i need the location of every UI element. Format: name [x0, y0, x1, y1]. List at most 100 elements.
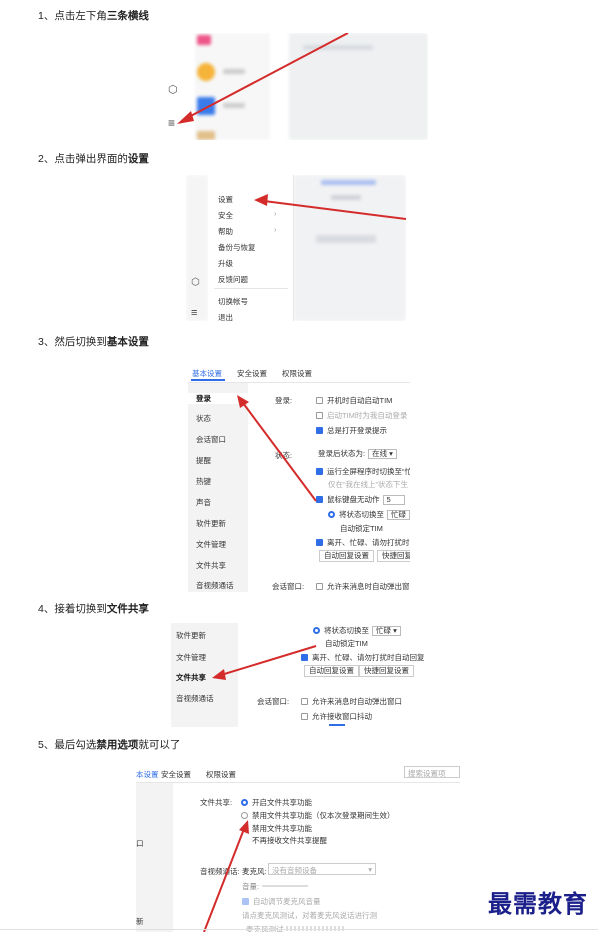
busy-select[interactable]: 忙碌 ▾: [372, 626, 401, 636]
file-share-label: 文件共享:: [200, 798, 233, 807]
tab-security-settings[interactable]: 安全设置: [237, 368, 267, 379]
login-option-autologin[interactable]: 启动TIM时为我自动登录: [316, 410, 407, 421]
login-option-prompt[interactable]: 总是打开登录提示: [316, 425, 387, 436]
auto-lock-option[interactable]: 自动锁定TIM: [325, 638, 368, 649]
step-2-caption: 2、点击弹出界面的设置: [38, 153, 149, 165]
checkbox[interactable]: [316, 397, 323, 404]
checkbox-checked[interactable]: [316, 468, 323, 475]
av-call-label: 音视频通话:: [200, 867, 240, 876]
menu-item-settings[interactable]: 设置: [218, 194, 233, 205]
sidebar-item-session[interactable]: 口: [136, 838, 144, 849]
tab-basic-settings[interactable]: 本设置: [136, 769, 159, 780]
checkbox-checked[interactable]: [316, 427, 323, 434]
login-label: 登录:: [275, 396, 293, 405]
sidebar-item-file-share[interactable]: 文件共享: [176, 672, 206, 683]
tab-security-settings[interactable]: 安全设置: [161, 769, 191, 780]
status-after-login: 登录后状态为: 在线 ▾: [318, 448, 397, 459]
idle-minutes-stepper[interactable]: 5: [382, 495, 405, 505]
menu-item-help[interactable]: 帮助: [218, 226, 233, 237]
away-reply-option[interactable]: 离开、忙碌、请勿打扰时自动回复(10: [301, 652, 425, 663]
login-option-autostart[interactable]: 开机时自动启动TIM: [316, 395, 392, 406]
mic-test-label: 麦克风测试: [246, 924, 284, 932]
chevron-right-icon: ›: [274, 225, 277, 234]
sidebar-item-status[interactable]: 状态: [196, 413, 211, 424]
checkbox-checked[interactable]: [316, 539, 323, 546]
switch-status-option[interactable]: 将状态切换至 忙碌: [328, 509, 410, 520]
hamburger-menu-icon[interactable]: ≡: [191, 307, 197, 319]
search-input[interactable]: 搜索设置项: [404, 766, 460, 778]
mic-select[interactable]: 没有音频设备 ▾: [268, 863, 376, 875]
sidebar-item-sound[interactable]: 声音: [196, 497, 211, 508]
checkbox-checked[interactable]: [316, 496, 323, 503]
sidebar-item-update[interactable]: 软件更新: [196, 518, 226, 529]
away-reply-option[interactable]: 离开、忙碌、请勿打扰时自: [316, 537, 410, 548]
tab-permission-settings[interactable]: 权限设置: [282, 368, 312, 379]
session-option[interactable]: 允许来消息时自动弹出窗口: [316, 581, 410, 592]
menu-item-upgrade[interactable]: 升级: [218, 258, 233, 269]
tab-permission-settings[interactable]: 权限设置: [206, 769, 236, 780]
auto-reply-button[interactable]: 自动回复设置: [319, 550, 374, 562]
hamburger-menu-icon[interactable]: ≡: [168, 116, 175, 130]
volume-slider[interactable]: [262, 885, 308, 887]
step-3-caption: 3、然后切换到基本设置: [38, 336, 149, 348]
checkbox-checked[interactable]: [301, 654, 308, 661]
checkbox[interactable]: [301, 698, 308, 705]
sidebar-item-file-management[interactable]: 文件管理: [176, 652, 206, 663]
volume-label: 音量:: [242, 882, 260, 891]
checkbox[interactable]: [316, 583, 323, 590]
busy-select[interactable]: 忙碌: [387, 510, 410, 520]
session-option-shake[interactable]: 允许接收窗口抖动: [301, 711, 372, 722]
radio-checked[interactable]: [241, 799, 248, 806]
fullscreen-option[interactable]: 运行全屏程序时切换至“忙: [316, 466, 410, 477]
fullscreen-sub: 仅在“我在线上”状态下生: [328, 480, 408, 489]
sidebar-item-av-call[interactable]: 音视频通话: [196, 580, 234, 591]
checkbox[interactable]: [301, 713, 308, 720]
screenshot-4: 软件更新 文件管理 文件共享 音视频通话 将状态切换至 忙碌 ▾ 自动锁定TIM …: [171, 623, 425, 727]
menu-item-exit[interactable]: 退出: [218, 312, 233, 321]
session-label: 会话窗口:: [272, 582, 305, 591]
auto-gain-option[interactable]: 自动调节麦克风音量: [242, 896, 321, 907]
auto-lock-option[interactable]: 自动锁定TIM: [340, 523, 383, 534]
mic-label: 麦克风:: [242, 867, 267, 876]
step-1-caption: 1、点击左下角三条横线: [38, 10, 149, 22]
radio-checked[interactable]: [313, 627, 320, 634]
menu-item-backup[interactable]: 备份与恢复: [218, 242, 256, 253]
tab-basic-settings[interactable]: 基本设置: [192, 368, 222, 379]
box-icon[interactable]: ⬡: [191, 277, 200, 288]
quick-reply-button[interactable]: 快捷回复设置: [359, 665, 414, 677]
sidebar-item-session[interactable]: 会话窗口: [196, 434, 226, 445]
status-label: 状态:: [275, 451, 293, 460]
radio[interactable]: [241, 812, 248, 819]
status-select[interactable]: 在线 ▾: [368, 449, 397, 459]
file-share-option-enable[interactable]: 开启文件共享功能: [241, 797, 312, 808]
watermark-logo: 最需教育: [488, 889, 588, 918]
menu-item-feedback[interactable]: 反馈问题: [218, 274, 248, 285]
session-label: 会话窗口:: [257, 697, 290, 706]
menu-item-switch-account[interactable]: 切换帐号: [218, 296, 248, 307]
file-share-option-no-remind[interactable]: 不再接收文件共享提醒: [252, 835, 327, 846]
file-share-option-disable-session[interactable]: 禁用文件共享功能（仅本次登录期间生效）: [241, 810, 395, 821]
sidebar-item-reminder[interactable]: 提醒: [196, 455, 211, 466]
file-share-option-disable[interactable]: 禁用文件共享功能: [252, 823, 312, 834]
sidebar-item-login[interactable]: 登录: [188, 393, 248, 404]
step-4-caption: 4、接着切换到文件共享: [38, 603, 149, 615]
sidebar-item-av-call[interactable]: 音视频通话: [176, 693, 214, 704]
sidebar-item-update[interactable]: 软件更新: [176, 630, 206, 641]
screenshot-5: 本设置 安全设置 权限设置 搜索设置项 口 新 文件共享: 开启文件共享功能 禁…: [136, 762, 460, 932]
checkbox[interactable]: [316, 412, 323, 419]
session-option-popup[interactable]: 允许来消息时自动弹出窗口: [301, 696, 402, 707]
switch-status-option[interactable]: 将状态切换至 忙碌 ▾: [313, 625, 401, 636]
box-icon[interactable]: ⬡: [168, 83, 178, 96]
sidebar-item-update[interactable]: 新: [136, 916, 144, 927]
quick-reply-button[interactable]: 快捷回复: [377, 550, 410, 562]
auto-reply-button[interactable]: 自动回复设置: [304, 665, 359, 677]
radio-checked[interactable]: [328, 511, 335, 518]
screenshot-3: 基本设置 安全设置 权限设置 登录 状态 会话窗口 提醒 热键 声音 软件更新 …: [188, 358, 410, 592]
sidebar-item-file-share[interactable]: 文件共享: [196, 560, 226, 571]
screenshot-2: 设置 安全 › 帮助 › 备份与恢复 升级 反馈问题 切换帐号 退出 ⬡ ≡: [186, 175, 406, 321]
menu-item-security[interactable]: 安全: [218, 210, 233, 221]
checkbox-checked[interactable]: [242, 898, 249, 905]
sidebar-item-file-management[interactable]: 文件管理: [196, 539, 226, 550]
idle-option[interactable]: 鼠标键盘无动作 5: [316, 494, 405, 505]
sidebar-item-hotkey[interactable]: 热键: [196, 476, 211, 487]
